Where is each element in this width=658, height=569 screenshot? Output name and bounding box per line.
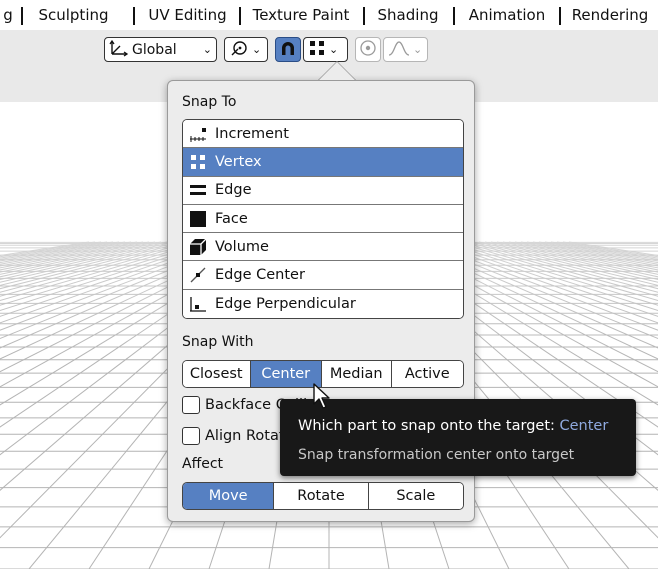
- proportional-edit-icon: [359, 39, 377, 61]
- snap-item-label: Increment: [215, 125, 289, 142]
- snap-with-median[interactable]: Median: [322, 361, 392, 387]
- tooltip-value: Center: [559, 418, 609, 434]
- snap-item-label: Face: [215, 210, 248, 227]
- tab-layout[interactable]: g: [0, 0, 16, 30]
- affect-selector: Move Rotate Scale: [182, 482, 464, 510]
- tab-texture-paint[interactable]: Texture Paint: [242, 0, 360, 30]
- vertex-icon: [189, 153, 207, 171]
- snap-item-increment[interactable]: Increment: [183, 120, 463, 149]
- affect-move[interactable]: Move: [183, 483, 275, 509]
- affect-scale[interactable]: Scale: [368, 483, 463, 509]
- tooltip-title: Which part to snap onto the target: Cent…: [298, 418, 608, 434]
- edge-icon: [189, 181, 207, 199]
- tab-shading[interactable]: Shading: [366, 0, 450, 30]
- proportional-falloff-dropdown[interactable]: ⌄: [383, 37, 428, 62]
- snap-toggle-button[interactable]: [275, 37, 301, 62]
- transform-orientation-icon: [109, 39, 129, 61]
- tab-rendering[interactable]: Rendering: [562, 0, 658, 30]
- volume-icon: [189, 238, 207, 256]
- tab-separator: [133, 7, 135, 25]
- snap-item-volume[interactable]: Volume: [183, 233, 463, 262]
- pivot-point-dropdown[interactable]: ⌄: [224, 37, 268, 62]
- snap-item-edge[interactable]: Edge: [183, 176, 463, 205]
- popover-arrow: [319, 62, 355, 80]
- tab-sculpting[interactable]: Sculpting: [24, 0, 123, 30]
- snap-item-label: Edge Center: [215, 267, 305, 284]
- snap-to-label: Snap To: [182, 94, 237, 110]
- chevron-down-icon: ⌄: [329, 43, 339, 56]
- edge-center-icon: [189, 266, 207, 284]
- snap-with-active[interactable]: Active: [391, 361, 463, 387]
- transform-orientation-dropdown[interactable]: Global ⌄: [104, 37, 217, 62]
- snap-with-tooltip: Which part to snap onto the target: Cent…: [280, 399, 636, 476]
- snap-item-face[interactable]: Face: [183, 204, 463, 234]
- tab-animation[interactable]: Animation: [456, 0, 558, 30]
- tooltip-title-text: Which part to snap onto the target:: [298, 418, 555, 434]
- affect-rotate[interactable]: Rotate: [274, 483, 369, 509]
- chevron-down-icon: ⌄: [202, 43, 212, 56]
- chevron-down-icon: ⌄: [413, 43, 423, 56]
- edge-perpendicular-icon: [189, 295, 207, 313]
- pivot-point-icon: [229, 39, 249, 61]
- align-rotation-checkbox[interactable]: [182, 427, 200, 445]
- snap-item-label: Edge: [215, 182, 252, 199]
- snap-item-vertex[interactable]: Vertex: [183, 148, 463, 177]
- tab-separator: [239, 7, 241, 25]
- mouse-cursor-icon: [313, 383, 330, 409]
- snap-item-edge-perpendicular[interactable]: Edge Perpendicular: [183, 289, 463, 319]
- proportional-edit-toggle[interactable]: [355, 37, 381, 62]
- snap-item-label: Vertex: [215, 153, 262, 170]
- snap-with-closest[interactable]: Closest: [183, 361, 251, 387]
- face-icon: [189, 210, 207, 228]
- transform-orientation-label: Global: [132, 41, 177, 58]
- affect-label: Affect: [182, 456, 224, 472]
- tooltip-description: Snap transformation center onto target: [298, 447, 575, 463]
- snap-target-dropdown[interactable]: ⌄: [303, 37, 348, 62]
- chevron-down-icon: ⌄: [252, 43, 262, 56]
- tab-separator: [21, 7, 23, 25]
- snap-item-edge-center[interactable]: Edge Center: [183, 261, 463, 290]
- tab-separator: [453, 7, 455, 25]
- falloff-curve-icon: [388, 39, 410, 61]
- snap-item-label: Edge Perpendicular: [215, 295, 356, 312]
- snap-to-list: Increment Vertex Edge Face Volume Edge C…: [182, 119, 464, 320]
- magnet-icon: [278, 38, 298, 62]
- increment-icon: [189, 125, 207, 143]
- backface-culling-checkbox[interactable]: [182, 396, 200, 414]
- workspace-tabs: g Sculpting UV Editing Texture Paint Sha…: [0, 0, 658, 30]
- snap-with-label: Snap With: [182, 334, 254, 350]
- snap-item-label: Volume: [215, 238, 269, 255]
- tab-separator: [363, 7, 365, 25]
- vertex-snap-icon: [308, 39, 326, 61]
- tab-separator: [559, 7, 561, 25]
- tab-uv-editing[interactable]: UV Editing: [136, 0, 239, 30]
